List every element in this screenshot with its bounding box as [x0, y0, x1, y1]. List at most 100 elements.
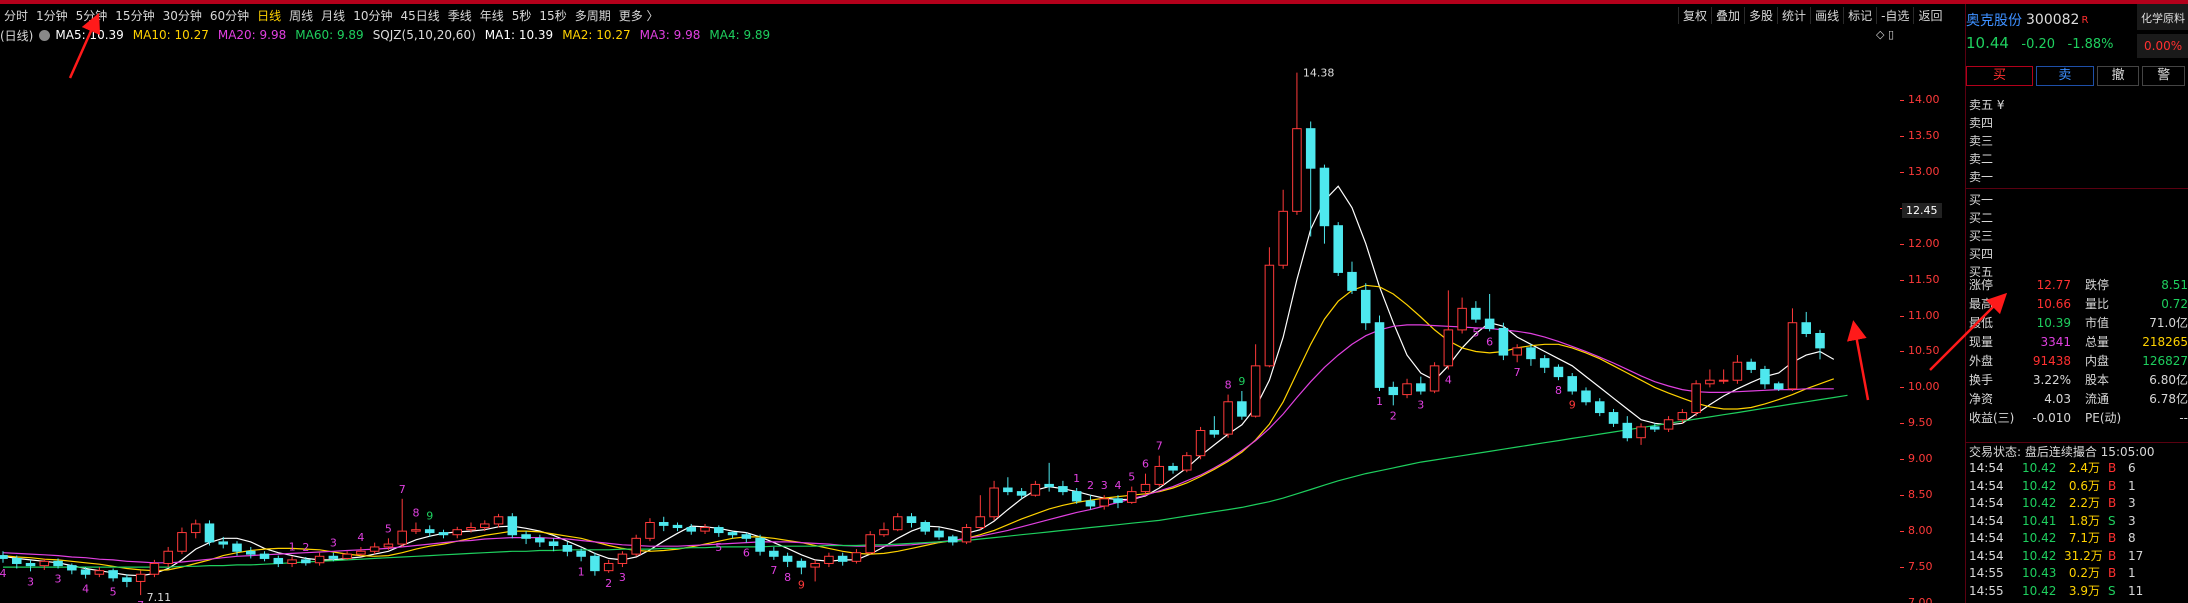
candle: [1030, 480, 1041, 497]
candle: [1264, 247, 1275, 368]
price-tick: 7.00: [1908, 596, 1933, 603]
period-tab[interactable]: 1分钟: [32, 7, 72, 24]
period-tab[interactable]: 10分钟: [349, 7, 396, 24]
settings-icon[interactable]: [39, 29, 51, 41]
buy-button[interactable]: 买: [1966, 66, 2033, 86]
tick-count: 3: [2128, 513, 2136, 528]
period-tab[interactable]: 分时: [0, 7, 32, 24]
tool-button[interactable]: 标记: [1843, 6, 1876, 24]
stat-row: 最低 10.39 市值 71.0亿: [1966, 314, 2188, 333]
tool-button[interactable]: -自选: [1876, 6, 1913, 24]
cancel-order-button[interactable]: 撤: [2096, 66, 2140, 86]
period-tab[interactable]: 45日线: [396, 7, 443, 24]
count-tag: 7: [770, 564, 777, 577]
tool-button[interactable]: 多股: [1744, 6, 1777, 24]
tick-volume: 7.1万: [2068, 531, 2100, 545]
price-tick-mark: [1900, 567, 1904, 569]
candle-body: [1815, 333, 1825, 349]
stat-row: 外盘 91438 内盘 126827: [1966, 352, 2188, 371]
tick-row: 14:54 10.42 2.2万 B 3: [1966, 495, 2188, 513]
period-tab[interactable]: 季线: [444, 7, 476, 24]
count-tag: 4: [0, 567, 7, 580]
tick-list: 14:54 10.42 2.4万 B 6 14:54 10.42 0.6万 B 1 14:54 10.…: [1966, 460, 2188, 600]
candle: [1003, 477, 1013, 496]
trade-status: 交易状态: 盘后连续撮合 15:05:00: [1966, 442, 2188, 460]
candle-body: [273, 557, 284, 564]
candle-body: [1388, 386, 1399, 396]
period-tab[interactable]: 周线: [285, 7, 317, 24]
kline-chart[interactable]: 4334571234578912356789123456789123456789…: [0, 44, 1900, 603]
price-tick-mark: [1900, 495, 1904, 497]
tick-time: 14:55: [1969, 566, 2004, 580]
chart-view-icons[interactable]: ◇ ▯: [1876, 28, 1894, 41]
period-tab[interactable]: 日线: [253, 7, 285, 24]
tool-button[interactable]: 复权: [1678, 6, 1711, 24]
count-tag: 1: [1376, 395, 1383, 408]
price-change-pct: -1.88%: [2067, 37, 2114, 52]
tool-button[interactable]: 统计: [1777, 6, 1810, 24]
tick-direction: B: [2108, 496, 2117, 510]
count-tag: 3: [1417, 399, 1424, 412]
tool-button[interactable]: 画线: [1810, 6, 1843, 24]
candle-body: [149, 562, 160, 575]
legend-item: SQJZ(5,10,20,60): [372, 28, 476, 42]
candle: [1360, 283, 1371, 330]
tool-button[interactable]: 返回: [1913, 6, 1946, 24]
period-tab[interactable]: 更多 〉: [615, 7, 663, 24]
candle: [342, 551, 352, 560]
count-tag: 6: [1142, 458, 1149, 471]
stat-value: 10.39: [2036, 316, 2071, 330]
candle: [1581, 387, 1591, 406]
period-tab[interactable]: 30分钟: [159, 7, 206, 24]
candle-body: [1209, 430, 1220, 435]
count-tag: 7: [399, 483, 406, 496]
period-tab[interactable]: 月线: [317, 7, 349, 24]
price-tick: 10.50: [1908, 344, 1940, 358]
candle-body: [865, 534, 875, 554]
price-tick-mark: [1900, 279, 1904, 281]
alert-button[interactable]: 警: [2142, 66, 2185, 86]
candle: [521, 531, 531, 545]
indicator-legend: (日线) MA5: 10.39 MA10: 10.27 MA20: 9.98 MA60…: [0, 26, 779, 44]
period-tab[interactable]: 5秒: [508, 7, 536, 24]
candle: [122, 574, 132, 588]
candle-body: [1182, 455, 1192, 471]
price-tick: 7.50: [1908, 560, 1933, 574]
period-tab[interactable]: 60分钟: [206, 7, 253, 24]
candle-body: [1663, 419, 1674, 430]
candle-body: [356, 550, 366, 555]
tick-volume: 2.2万: [2068, 496, 2100, 510]
count-tag: 4: [1445, 373, 1452, 386]
candle: [397, 498, 407, 547]
candle-body: [1319, 167, 1330, 227]
tick-volume: 3.9万: [2068, 583, 2100, 598]
candle: [246, 546, 256, 559]
candle: [1126, 486, 1137, 504]
sector-button[interactable]: 化学原料: [2137, 4, 2188, 30]
period-tab[interactable]: 15秒: [535, 7, 570, 24]
period-tab[interactable]: 5分钟: [72, 7, 112, 24]
tool-button[interactable]: 叠加: [1711, 6, 1744, 24]
candle-body: [714, 527, 724, 534]
stat-value: 8.51: [2161, 278, 2188, 292]
candle-body: [411, 529, 421, 532]
period-tab[interactable]: 多周期: [571, 7, 615, 24]
stat-label: 涨停: [1969, 278, 1994, 292]
candle-body: [1801, 322, 1812, 335]
trade-buttons: 买 卖 撤 警: [1966, 66, 2188, 86]
candle: [1526, 344, 1536, 366]
period-tab[interactable]: 年线: [476, 7, 508, 24]
tick-price: 10.42: [2022, 496, 2057, 510]
candle: [1471, 301, 1481, 323]
candle-body: [1622, 422, 1633, 439]
ask-level: 卖一: [1969, 170, 1994, 184]
period-tab[interactable]: 15分钟: [111, 7, 158, 24]
price-tick-mark: [1900, 99, 1904, 101]
stat-label: PE(动): [2085, 411, 2122, 425]
price-tick: 9.50: [1908, 416, 1933, 430]
sell-button[interactable]: 卖: [2035, 66, 2094, 86]
candle: [975, 495, 986, 530]
count-tag: 9: [426, 509, 433, 522]
count-tag: 2: [302, 541, 309, 554]
stock-name[interactable]: 奥克股份: [1966, 10, 2022, 30]
